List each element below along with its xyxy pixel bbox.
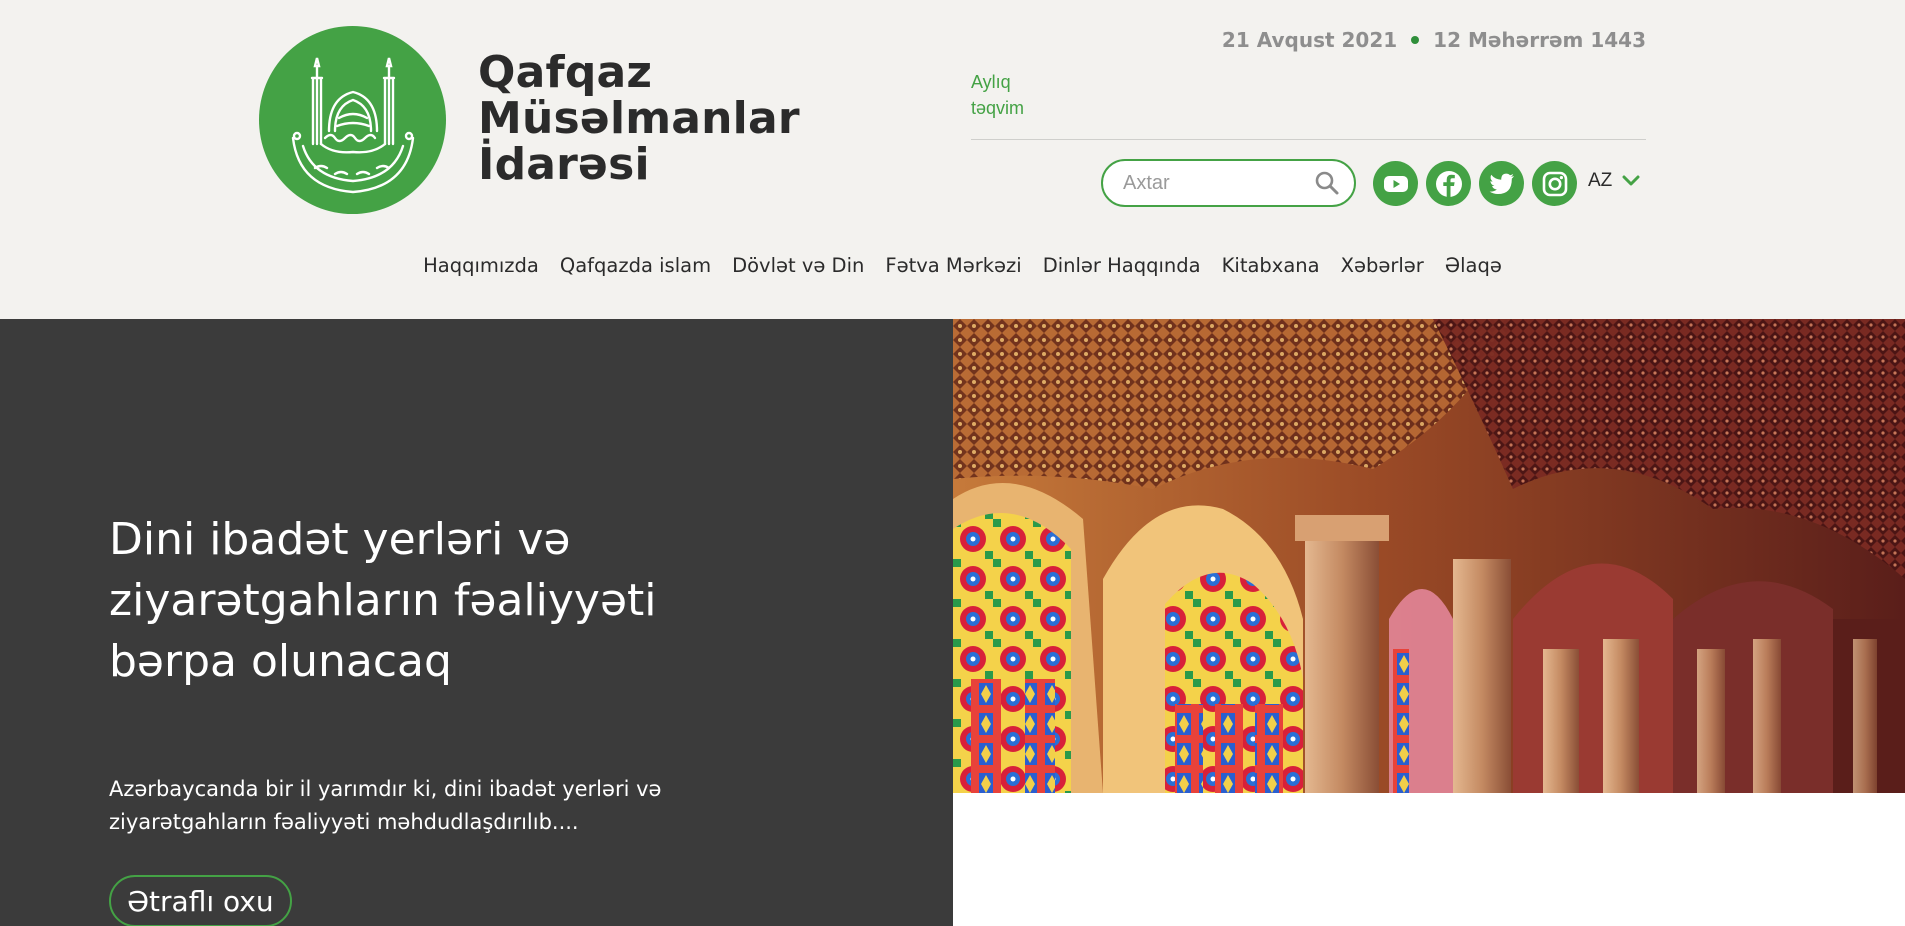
nav-item-qafqazda-islam[interactable]: Qafqazda islam	[560, 254, 711, 277]
header-divider	[971, 139, 1646, 140]
instagram-icon[interactable]	[1532, 161, 1577, 206]
hero-excerpt: Azərbaycanda bir il yarımdır ki, dini ib…	[109, 777, 662, 834]
search-icon[interactable]	[1312, 168, 1342, 198]
main-navigation: Haqqımızda Qafqazda islam Dövlət və Din …	[0, 254, 1905, 277]
nav-item-fetva-merkezi[interactable]: Fətva Mərkəzi	[885, 254, 1021, 277]
hijri-date: 12 Məhərrəm 1443	[1433, 28, 1646, 52]
calendar-link-line-1: Aylıq	[971, 72, 1011, 92]
youtube-icon[interactable]	[1373, 161, 1418, 206]
logo[interactable]	[259, 26, 446, 214]
nav-item-haqqimizda[interactable]: Haqqımızda	[423, 254, 539, 277]
nav-item-kitabxana[interactable]: Kitabxana	[1222, 254, 1320, 277]
hero-image-bottom-space	[953, 793, 1905, 926]
social-links	[1373, 161, 1577, 206]
org-name[interactable]: Qafqaz Müsəlmanlar İdarəsi	[478, 50, 800, 188]
monthly-calendar-link[interactable]: Aylıq təqvim	[971, 69, 1024, 121]
read-more-button[interactable]: Ətraflı oxu	[109, 875, 292, 926]
site-header: Qafqaz Müsəlmanlar İdarəsi 21 Avqust 202…	[0, 0, 1905, 319]
search-input[interactable]	[1123, 171, 1312, 195]
search-box	[1101, 159, 1356, 207]
date-display: 21 Avqust 2021 12 Məhərrəm 1443	[1222, 28, 1646, 52]
calendar-link-line-2: təqvim	[971, 98, 1025, 118]
org-name-line-1: Qafqaz	[478, 47, 653, 98]
chevron-down-icon	[1622, 172, 1640, 191]
nav-item-xeberler[interactable]: Xəbərlər	[1341, 254, 1424, 277]
hero-title[interactable]: Dini ibadət yerləri və ziyarətgahların f…	[109, 509, 669, 692]
org-name-line-2: Müsəlmanlar	[478, 93, 800, 144]
nav-item-dovlet-ve-din[interactable]: Dövlət və Din	[732, 254, 864, 277]
nav-item-elaqe[interactable]: Əlaqə	[1445, 254, 1502, 277]
gregorian-date: 21 Avqust 2021	[1221, 28, 1398, 52]
nav-item-dinler-haqqinda[interactable]: Dinlər Haqqında	[1043, 254, 1201, 277]
facebook-icon[interactable]	[1426, 161, 1471, 206]
org-name-line-3: İdarəsi	[478, 139, 650, 190]
language-selector[interactable]: AZ	[1588, 170, 1640, 192]
hero-image-mosque-interior	[953, 319, 1905, 793]
date-separator	[1411, 36, 1420, 44]
twitter-icon[interactable]	[1479, 161, 1524, 206]
language-label: AZ	[1588, 170, 1613, 191]
hero-text-panel: Dini ibadət yerləri və ziyarətgahların f…	[0, 319, 953, 926]
mosque-logo-icon	[291, 57, 415, 194]
